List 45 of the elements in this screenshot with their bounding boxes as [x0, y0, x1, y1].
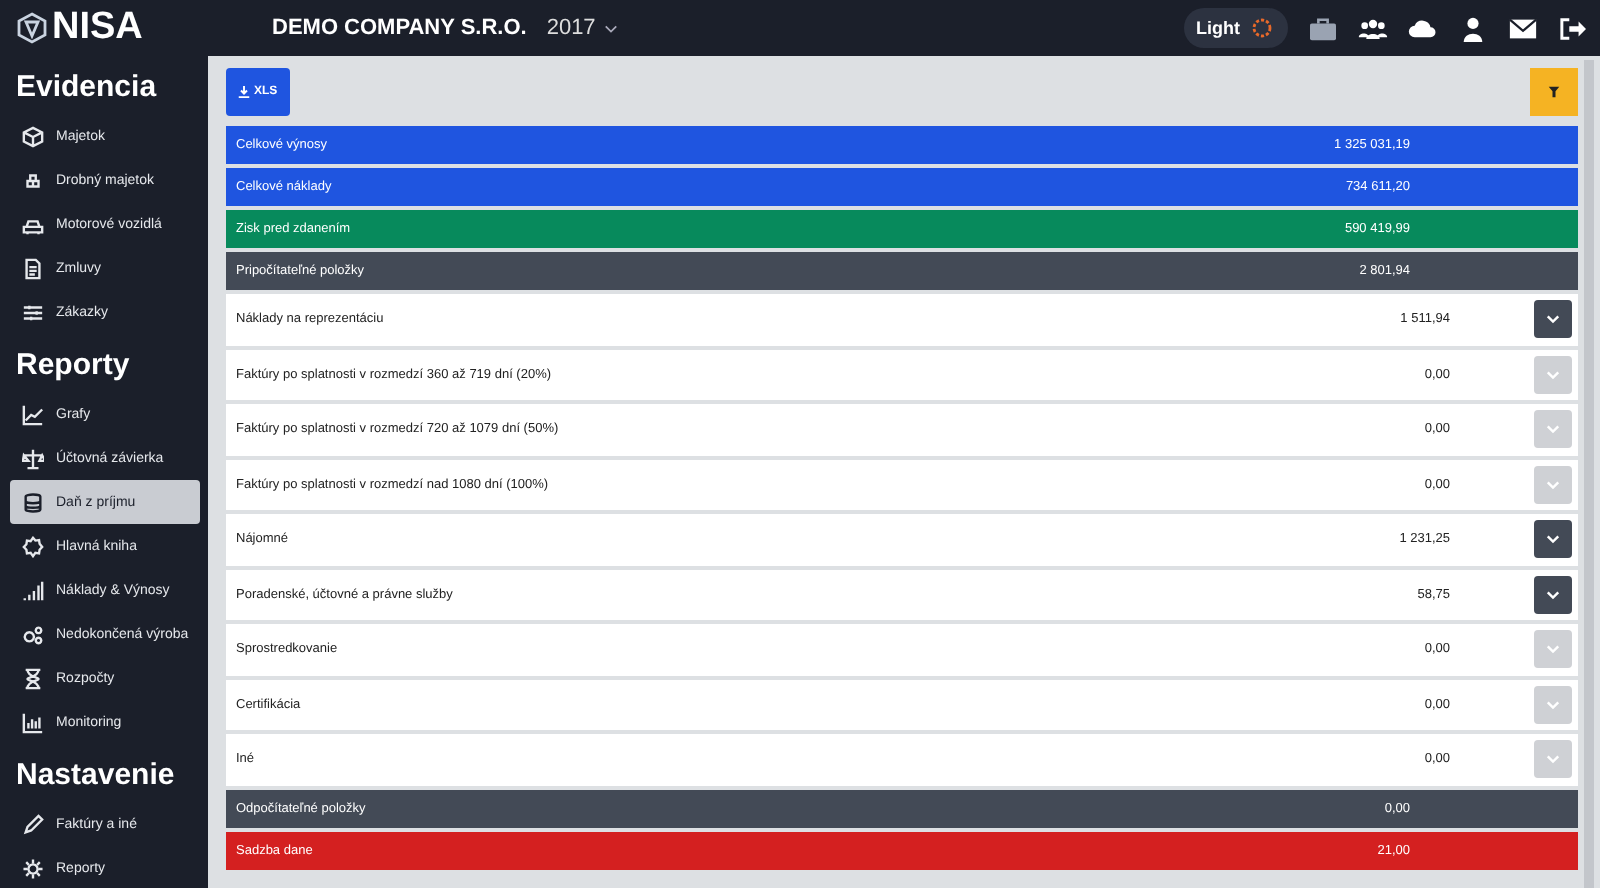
chevron-down-icon: [1546, 534, 1560, 545]
year-dropdown[interactable]: 2017: [546, 16, 618, 40]
chevron-down-icon: [1546, 589, 1560, 600]
chevron-down-icon: [1546, 314, 1560, 325]
chevron-down-icon: [1546, 479, 1560, 490]
logo-text: NISA: [52, 6, 143, 50]
section-heading: Reporty: [14, 346, 132, 386]
logout-icon[interactable]: [1558, 15, 1588, 41]
chevron-down-icon: [1546, 369, 1560, 380]
gear-icon: [22, 857, 44, 879]
user-icon[interactable]: [1458, 15, 1488, 41]
cloud-icon[interactable]: [1408, 15, 1438, 41]
bar-chart-icon: [22, 711, 44, 733]
expand-button[interactable]: [1534, 520, 1572, 559]
document-icon: [22, 257, 44, 279]
cubes-icon: [22, 169, 44, 191]
cube-icon: [22, 125, 44, 147]
caret-icon: [603, 23, 618, 33]
section-heading: Nastavenie: [14, 756, 177, 796]
theme-toggle[interactable]: Light: [1184, 8, 1288, 48]
logo-icon: [16, 12, 48, 44]
scale-icon: [22, 447, 44, 469]
filter-button[interactable]: [1530, 68, 1578, 116]
company-name: DEMO COMPANY S.R.O.: [272, 16, 527, 40]
chevron-down-icon: [1546, 644, 1560, 655]
envelope-icon[interactable]: [1508, 15, 1538, 41]
briefcase-icon[interactable]: [1308, 15, 1338, 41]
signal-bars-icon: [22, 579, 44, 601]
badge-icon: [22, 535, 44, 557]
download-icon: [238, 86, 250, 98]
expand-button[interactable]: [1534, 300, 1572, 339]
section-heading: Evidencia: [14, 68, 159, 108]
pencil-icon: [22, 813, 44, 835]
sun-icon: [1248, 14, 1276, 42]
chevron-down-icon: [1546, 754, 1560, 765]
chevron-down-icon: [1546, 424, 1560, 435]
filter-icon: [1548, 86, 1560, 98]
hourglass-icon: [22, 667, 44, 689]
users-icon[interactable]: [1358, 15, 1388, 41]
database-icon: [22, 491, 44, 513]
sliders-icon: [22, 301, 44, 323]
expand-button[interactable]: [1534, 575, 1572, 614]
line-chart-icon: [22, 403, 44, 425]
gears-icon: [22, 623, 44, 645]
chevron-down-icon: [1546, 699, 1560, 710]
